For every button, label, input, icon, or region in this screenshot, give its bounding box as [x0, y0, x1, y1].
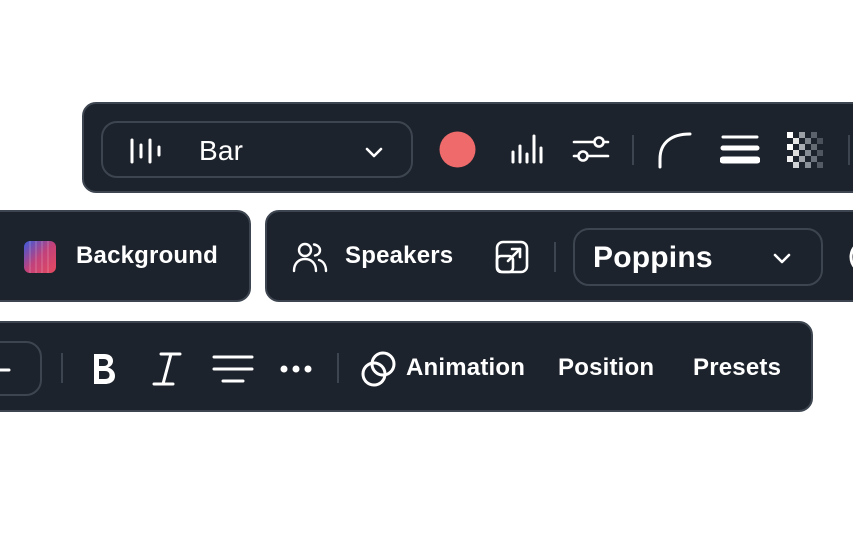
speakers-button-label: Speakers: [345, 242, 454, 269]
chevron-down-icon: [363, 141, 385, 163]
sliders-icon[interactable]: [572, 133, 610, 165]
circle-icon[interactable]: [848, 238, 853, 276]
bar-chart-icon[interactable]: [510, 132, 544, 166]
divider: [554, 242, 556, 272]
presets-button[interactable]: Presets: [693, 354, 781, 382]
font-select[interactable]: Poppins: [573, 228, 823, 286]
toolbar-top: Bar: [82, 102, 853, 193]
style-select-value: Bar: [199, 135, 244, 166]
background-button[interactable]: Background: [17, 232, 232, 282]
style-select[interactable]: Bar: [101, 121, 413, 178]
italic-icon[interactable]: [151, 351, 183, 387]
toolbar-bottom: Animation Position Presets: [0, 321, 813, 412]
size-stepper[interactable]: [0, 341, 42, 396]
corner-radius-icon[interactable]: [657, 131, 693, 169]
line-weight-icon[interactable]: [720, 132, 760, 166]
align-center-icon[interactable]: [212, 352, 254, 386]
minus-icon: [0, 360, 12, 380]
font-select-value: Poppins: [593, 241, 713, 274]
divider: [61, 353, 63, 383]
speakers-button[interactable]: Speakers: [289, 232, 464, 282]
more-icon[interactable]: [279, 359, 313, 379]
divider: [848, 135, 850, 165]
background-button-label: Background: [76, 242, 219, 269]
animation-button[interactable]: Animation: [360, 343, 530, 393]
divider: [632, 135, 634, 165]
animation-button-label: Animation: [406, 354, 526, 381]
position-button[interactable]: Position: [558, 354, 654, 382]
users-icon: [292, 241, 328, 273]
open-external-icon[interactable]: [495, 240, 529, 274]
chevron-down-icon: [771, 247, 793, 269]
gradient-swatch-icon: [24, 241, 56, 273]
bold-icon[interactable]: [89, 351, 117, 387]
toolbar-background: Background: [0, 210, 251, 302]
divider: [337, 353, 339, 383]
animation-circles-icon: [360, 351, 398, 387]
transparency-icon[interactable]: [787, 132, 823, 168]
color-swatch[interactable]: [439, 131, 476, 168]
waveform-bars-icon: [129, 137, 167, 165]
toolbar-speakers-font: Speakers Poppins: [265, 210, 853, 302]
